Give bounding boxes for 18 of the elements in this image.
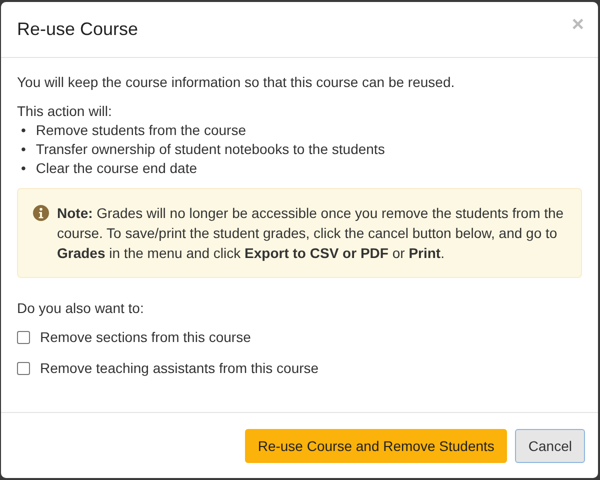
dialog-title: Re-use Course [17,19,138,40]
options-heading: Do you also want to: [17,299,145,318]
list-item: Remove students from the course [36,121,246,140]
bullet: • [21,140,26,159]
reuse-button[interactable]: Re-use Course and Remove Students [244,428,508,462]
checkbox[interactable] [17,330,30,344]
list-heading: This action will: [17,102,113,121]
checkbox[interactable] [17,362,30,374]
intro-text: You will keep the course information so that this course can be reused. [17,73,456,92]
bullet: • [21,121,26,140]
list-item: Clear the course end date [36,159,198,178]
checkbox-label: Remove teaching assistants from this course [40,359,319,378]
note-text: Note: Grades will no longer be accessible once you remove the students from the course. To save/print the student grades, click the cancel button below, and go to Grades in the menu and click Export to CSV or PDF or Print. [57,204,565,263]
checkbox-label: Remove sections from this course [40,328,251,347]
list-item: Transfer ownership of student notebooks to the students [36,140,385,159]
bullet: • [21,159,26,178]
info-icon [33,205,49,221]
cancel-button[interactable]: Cancel [515,428,585,462]
